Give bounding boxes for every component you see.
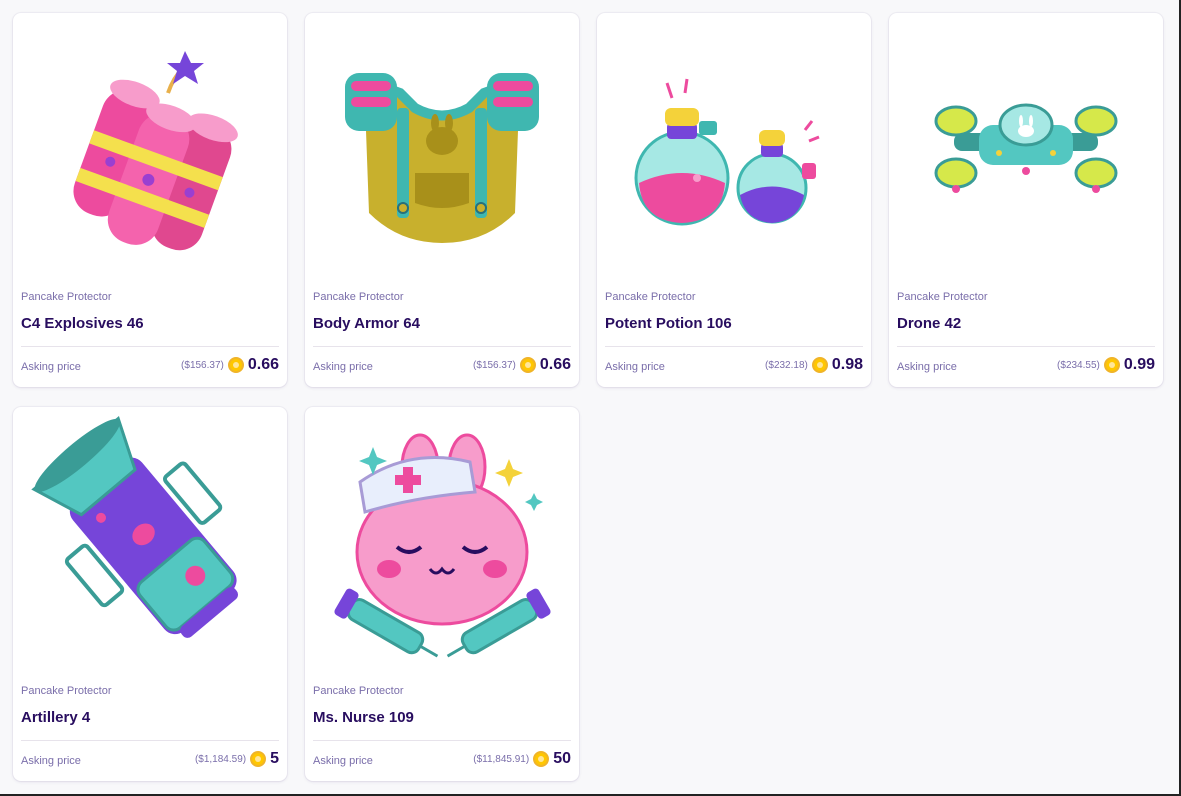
bnb-coin-icon [1103, 357, 1120, 373]
price-row: ($11,845.91) 50 [473, 750, 571, 768]
nft-card[interactable]: Pancake Protector Ms. Nurse 109 Asking p… [305, 407, 579, 781]
nft-card[interactable]: Pancake Protector C4 Explosives 46 Askin… [13, 13, 287, 387]
price-row: ($234.55) 0.99 [1057, 356, 1155, 374]
asking-price-label: Asking price [313, 361, 373, 373]
collection-name: Pancake Protector [313, 291, 404, 303]
divider [605, 346, 863, 347]
nft-title: Drone 42 [897, 315, 962, 332]
nft-title: Potent Potion 106 [605, 315, 732, 332]
usd-price: ($11,845.91) [473, 753, 530, 765]
bnb-price: 50 [553, 750, 571, 767]
bnb-coin-icon [533, 751, 550, 767]
collection-name: Pancake Protector [605, 291, 696, 303]
bnb-coin-icon [227, 357, 244, 373]
usd-price: ($234.55) [1057, 359, 1100, 371]
nft-card[interactable]: Pancake Protector Artillery 4 Asking pri… [13, 407, 287, 781]
collection-name: Pancake Protector [21, 685, 112, 697]
body-armor-icon [345, 73, 539, 244]
price-row: ($1,184.59) 5 [195, 750, 279, 768]
nft-card[interactable]: Pancake Protector Drone 42 Asking price … [889, 13, 1163, 387]
asking-price-label: Asking price [21, 361, 81, 373]
asking-price-label: Asking price [605, 361, 665, 373]
nft-card[interactable]: Pancake Protector Potent Potion 106 Aski… [597, 13, 871, 387]
usd-price: ($232.18) [765, 359, 808, 371]
nft-card[interactable]: Pancake Protector Body Armor 64 Asking p… [305, 13, 579, 387]
divider [313, 346, 571, 347]
price-row: ($232.18) 0.98 [765, 356, 863, 374]
usd-price: ($156.37) [181, 359, 224, 371]
potion-icon [634, 78, 820, 226]
bnb-price: 0.99 [1123, 356, 1155, 373]
collection-name: Pancake Protector [897, 291, 988, 303]
divider [21, 346, 279, 347]
asking-price-label: Asking price [21, 755, 81, 767]
artillery-icon [31, 415, 238, 638]
price-row: ($156.37) 0.66 [473, 356, 571, 374]
bnb-coin-icon [811, 357, 828, 373]
bnb-price: 0.66 [539, 356, 571, 373]
divider [897, 346, 1155, 347]
price-row: ($156.37) 0.66 [181, 356, 279, 374]
c4-explosives-icon [73, 51, 238, 251]
bnb-coin-icon [250, 751, 267, 767]
nft-title: Ms. Nurse 109 [313, 709, 414, 726]
bnb-price: 0.98 [831, 356, 863, 373]
bnb-coin-icon [519, 357, 536, 373]
divider [313, 740, 571, 741]
drone-icon [934, 103, 1118, 193]
nft-title: Artillery 4 [21, 709, 91, 726]
asking-price-label: Asking price [897, 361, 957, 373]
usd-price: ($156.37) [473, 359, 516, 371]
nft-title: Body Armor 64 [313, 315, 420, 332]
collection-name: Pancake Protector [313, 685, 404, 697]
collection-name: Pancake Protector [21, 291, 112, 303]
nurse-bunny-icon [334, 433, 551, 658]
nft-title: C4 Explosives 46 [21, 315, 144, 332]
bnb-price: 0.66 [247, 356, 279, 373]
bnb-price: 5 [270, 750, 279, 767]
divider [21, 740, 279, 741]
asking-price-label: Asking price [313, 755, 373, 767]
usd-price: ($1,184.59) [194, 753, 247, 765]
